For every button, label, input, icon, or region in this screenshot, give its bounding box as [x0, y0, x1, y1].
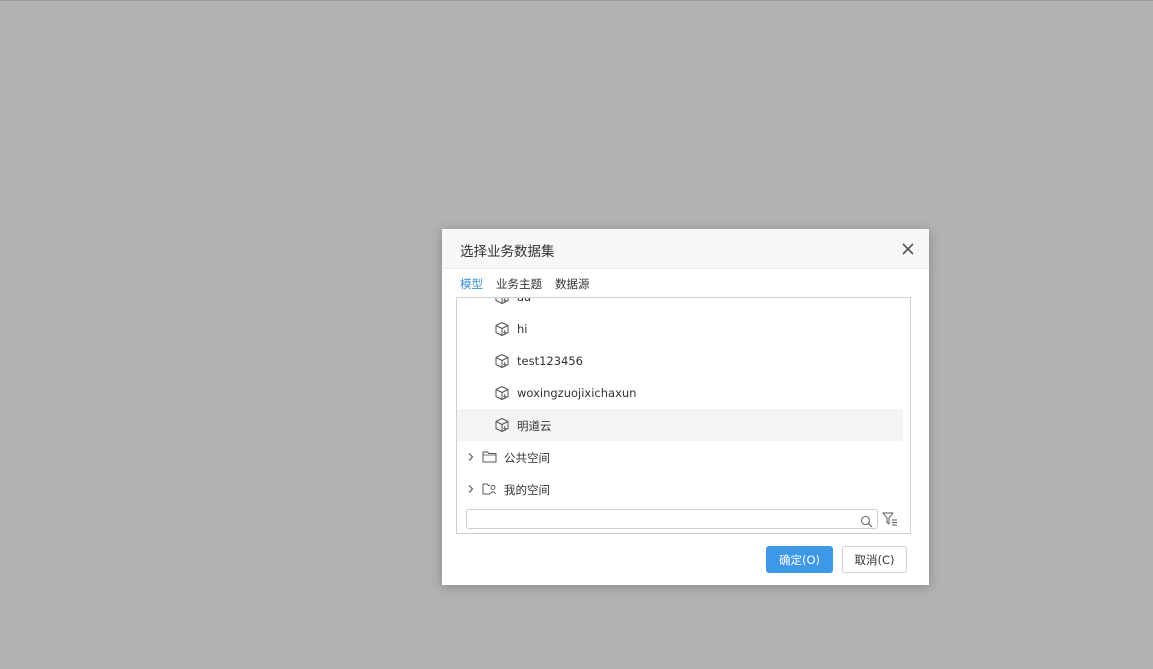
chevron-right-icon[interactable]: [467, 483, 475, 493]
model-cube-icon: [494, 385, 510, 401]
dialog-tabs: 模型 业务主题 数据源: [456, 276, 599, 298]
tree-folder-my-space[interactable]: 我的空间: [457, 473, 910, 505]
tree-item-label: hi: [517, 322, 528, 336]
tree-item-label: 明道云: [517, 419, 552, 433]
cancel-button[interactable]: 取消(C): [842, 546, 907, 573]
tab-data-source[interactable]: 数据源: [551, 276, 594, 298]
tree-panel: aa hi test123456 woxingzuojixichaxun 明道云…: [456, 297, 911, 534]
folder-icon: [482, 450, 497, 463]
top-divider: [0, 0, 1153, 1]
user-folder-icon: [482, 482, 497, 495]
tree-item-woxingzuojixichaxun[interactable]: woxingzuojixichaxun: [457, 377, 910, 409]
dataset-tree: aa hi test123456 woxingzuojixichaxun 明道云…: [457, 297, 910, 505]
model-cube-icon: [494, 321, 510, 337]
select-dataset-dialog: 选择业务数据集 模型 业务主题 数据源 aa hi test123456 wox…: [442, 229, 929, 585]
chevron-right-icon[interactable]: [467, 451, 475, 461]
tab-model[interactable]: 模型: [456, 276, 487, 298]
dialog-header: 选择业务数据集: [442, 229, 929, 269]
ok-button[interactable]: 确定(O): [766, 546, 833, 573]
tree-folder-public-space[interactable]: 公共空间: [457, 441, 910, 473]
search-input[interactable]: [471, 512, 855, 526]
model-cube-icon: [494, 298, 510, 305]
close-icon[interactable]: [899, 240, 917, 258]
tree-item-test123456[interactable]: test123456: [457, 345, 910, 377]
tree-item-aa[interactable]: aa: [457, 297, 910, 313]
search-icon[interactable]: [860, 513, 873, 528]
tree-item-mingdaoyun[interactable]: 明道云: [457, 409, 903, 441]
filter-icon[interactable]: [882, 511, 898, 527]
tree-folder-label: 公共空间: [504, 451, 550, 465]
tree-folder-label: 我的空间: [504, 483, 550, 497]
model-cube-icon: [494, 353, 510, 369]
dialog-title: 选择业务数据集: [460, 244, 555, 260]
tab-business-topic[interactable]: 业务主题: [492, 276, 546, 298]
tree-item-label: aa: [517, 297, 532, 304]
search-box: [466, 509, 878, 529]
model-cube-icon: [494, 417, 510, 433]
tree-item-hi[interactable]: hi: [457, 313, 910, 345]
tree-item-label: woxingzuojixichaxun: [517, 386, 637, 400]
tree-item-label: test123456: [517, 354, 583, 368]
